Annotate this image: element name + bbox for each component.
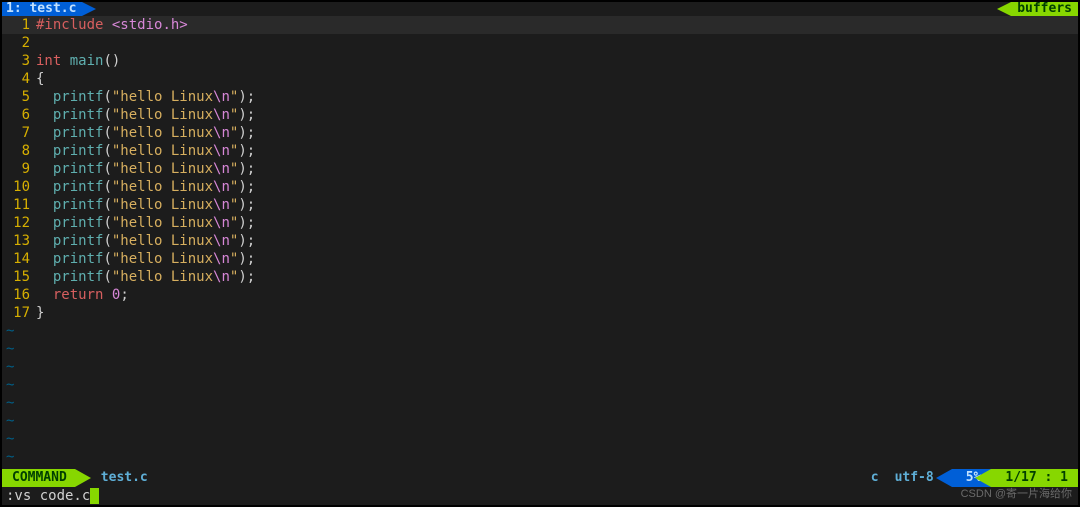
line-number: 3 bbox=[2, 52, 36, 70]
status-file-text: test.c bbox=[101, 469, 148, 487]
buffer-tab-label: 1: test.c bbox=[6, 2, 76, 16]
tilde-icon: ~ bbox=[2, 430, 14, 448]
code-line[interactable]: 14 printf("hello Linux\n"); bbox=[2, 250, 1078, 268]
code-content: printf("hello Linux\n"); bbox=[36, 250, 1078, 268]
code-content: int main() bbox=[36, 52, 1078, 70]
empty-line: ~ bbox=[2, 322, 1078, 340]
status-mode-text: COMMAND bbox=[12, 469, 67, 487]
tilde-icon: ~ bbox=[2, 412, 14, 430]
line-number: 17 bbox=[2, 304, 36, 322]
line-number: 8 bbox=[2, 142, 36, 160]
code-line[interactable]: 15 printf("hello Linux\n"); bbox=[2, 268, 1078, 286]
buffers-label[interactable]: buffers bbox=[1011, 2, 1078, 16]
empty-line: ~ bbox=[2, 412, 1078, 430]
code-line[interactable]: 7 printf("hello Linux\n"); bbox=[2, 124, 1078, 142]
buffer-tabline: 1: test.c buffers bbox=[2, 2, 1078, 16]
line-number: 16 bbox=[2, 286, 36, 304]
vim-window: 1: test.c buffers 1#include <stdio.h>23i… bbox=[0, 0, 1080, 507]
line-number: 7 bbox=[2, 124, 36, 142]
code-content: printf("hello Linux\n"); bbox=[36, 106, 1078, 124]
status-encoding-text: utf-8 bbox=[895, 469, 934, 487]
line-number: 4 bbox=[2, 70, 36, 88]
line-number: 15 bbox=[2, 268, 36, 286]
code-line[interactable]: 3int main() bbox=[2, 52, 1078, 70]
empty-line: ~ bbox=[2, 376, 1078, 394]
line-number: 14 bbox=[2, 250, 36, 268]
code-content: #include <stdio.h> bbox=[36, 16, 1078, 34]
empty-line: ~ bbox=[2, 430, 1078, 448]
line-number: 11 bbox=[2, 196, 36, 214]
tilde-icon: ~ bbox=[2, 394, 14, 412]
code-content: return 0; bbox=[36, 286, 1078, 304]
code-content: printf("hello Linux\n"); bbox=[36, 124, 1078, 142]
line-number: 12 bbox=[2, 214, 36, 232]
code-line[interactable]: 16 return 0; bbox=[2, 286, 1078, 304]
tilde-icon: ~ bbox=[2, 340, 14, 358]
status-filetype: c bbox=[863, 469, 887, 487]
buffers-label-text: buffers bbox=[1017, 2, 1072, 16]
empty-line: ~ bbox=[2, 340, 1078, 358]
tilde-icon: ~ bbox=[2, 448, 14, 466]
line-number: 9 bbox=[2, 160, 36, 178]
line-number: 6 bbox=[2, 106, 36, 124]
tilde-icon: ~ bbox=[2, 358, 14, 376]
code-line[interactable]: 11 printf("hello Linux\n"); bbox=[2, 196, 1078, 214]
code-content: } bbox=[36, 304, 1078, 322]
buffer-tab-active[interactable]: 1: test.c bbox=[2, 2, 82, 16]
status-line: COMMAND test.c c utf-8 5% 1/17 : 1 bbox=[2, 469, 1078, 487]
code-line[interactable]: 13 printf("hello Linux\n"); bbox=[2, 232, 1078, 250]
status-spacer bbox=[156, 469, 863, 487]
line-number: 1 bbox=[2, 16, 36, 34]
code-content bbox=[36, 34, 1078, 52]
editor-area[interactable]: 1#include <stdio.h>23int main()4{5 print… bbox=[2, 16, 1078, 469]
code-line[interactable]: 6 printf("hello Linux\n"); bbox=[2, 106, 1078, 124]
tilde-icon: ~ bbox=[2, 322, 14, 340]
code-line[interactable]: 10 printf("hello Linux\n"); bbox=[2, 178, 1078, 196]
status-mode: COMMAND bbox=[2, 469, 75, 487]
line-number: 2 bbox=[2, 34, 36, 52]
code-line[interactable]: 5 printf("hello Linux\n"); bbox=[2, 88, 1078, 106]
tilde-icon: ~ bbox=[2, 376, 14, 394]
code-content: printf("hello Linux\n"); bbox=[36, 88, 1078, 106]
code-content: printf("hello Linux\n"); bbox=[36, 142, 1078, 160]
code-line[interactable]: 17} bbox=[2, 304, 1078, 322]
empty-line: ~ bbox=[2, 448, 1078, 466]
cursor-block bbox=[90, 488, 99, 504]
empty-line: ~ bbox=[2, 358, 1078, 376]
line-number: 10 bbox=[2, 178, 36, 196]
code-content: printf("hello Linux\n"); bbox=[36, 232, 1078, 250]
code-line[interactable]: 4{ bbox=[2, 70, 1078, 88]
code-line[interactable]: 12 printf("hello Linux\n"); bbox=[2, 214, 1078, 232]
command-line-text: :vs code.c bbox=[6, 487, 90, 505]
code-content: printf("hello Linux\n"); bbox=[36, 268, 1078, 286]
code-line[interactable]: 9 printf("hello Linux\n"); bbox=[2, 160, 1078, 178]
code-content: printf("hello Linux\n"); bbox=[36, 178, 1078, 196]
code-content: printf("hello Linux\n"); bbox=[36, 196, 1078, 214]
code-content: printf("hello Linux\n"); bbox=[36, 160, 1078, 178]
code-line[interactable]: 8 printf("hello Linux\n"); bbox=[2, 142, 1078, 160]
line-number: 5 bbox=[2, 88, 36, 106]
code-line[interactable]: 1#include <stdio.h> bbox=[2, 16, 1078, 34]
command-line[interactable]: :vs code.c CSDN @寄一片海给你 bbox=[2, 487, 1078, 505]
empty-line: ~ bbox=[2, 394, 1078, 412]
code-line[interactable]: 2 bbox=[2, 34, 1078, 52]
watermark: CSDN @寄一片海给你 bbox=[961, 485, 1072, 503]
code-content: { bbox=[36, 70, 1078, 88]
status-filetype-text: c bbox=[871, 469, 879, 487]
line-number: 13 bbox=[2, 232, 36, 250]
code-content: printf("hello Linux\n"); bbox=[36, 214, 1078, 232]
